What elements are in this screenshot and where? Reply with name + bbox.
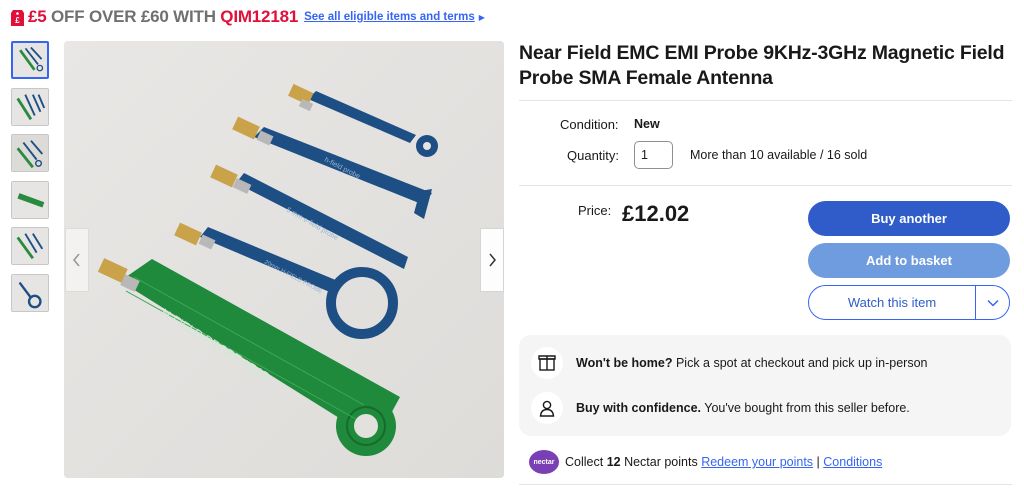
bottom-divider	[519, 484, 1012, 485]
nectar-post: Nectar points	[620, 455, 702, 469]
main-product-image[interactable]: h-field probe 5 mm e-field probe 20mm H-…	[64, 41, 504, 478]
price-label: Price:	[578, 203, 612, 218]
probe-set-photo	[12, 135, 48, 171]
previous-image-button[interactable]	[65, 228, 89, 292]
thumbnail-1[interactable]	[11, 41, 49, 79]
chevron-left-icon	[73, 253, 80, 267]
nectar-separator: |	[813, 455, 824, 469]
promo-middle: OFF OVER £60 WITH	[46, 7, 221, 26]
title-divider	[519, 100, 1012, 101]
info-text-confidence: Buy with confidence. You've bought from …	[576, 401, 910, 415]
thumbnail-6[interactable]	[11, 273, 49, 312]
thumbnail-strip	[11, 41, 51, 320]
info-bold-confidence: Buy with confidence.	[576, 401, 702, 415]
quantity-label: Quantity:	[567, 148, 620, 163]
chevron-down-icon	[986, 299, 999, 307]
condition-value: New	[634, 117, 660, 131]
chevron-right-icon	[489, 253, 496, 267]
promo-banner: £ £5 OFF OVER £60 WITH QIM12181 See all …	[10, 5, 485, 29]
nectar-pre: Collect	[565, 455, 607, 469]
promo-amount: £5	[28, 7, 47, 26]
promo-code: QIM12181	[220, 7, 299, 26]
nectar-points: nectar Collect 12 Nectar points Redeem y…	[529, 450, 882, 474]
nectar-text: Collect 12 Nectar points Redeem your poi…	[565, 455, 882, 469]
thumbnail-2[interactable]	[11, 87, 49, 126]
conditions-link[interactable]: Conditions	[823, 455, 882, 469]
package-icon	[531, 347, 563, 379]
add-to-basket-button[interactable]: Add to basket	[808, 243, 1010, 278]
watch-item-control: Watch this item	[808, 285, 1010, 320]
watch-item-button[interactable]: Watch this item	[809, 286, 975, 319]
info-rest-confidence: You've bought from this seller before.	[701, 401, 910, 415]
next-image-button[interactable]	[480, 228, 504, 292]
condition-label: Condition:	[560, 117, 619, 132]
info-bold-pickup: Won't be home?	[576, 356, 673, 370]
promo-text: £5 OFF OVER £60 WITH QIM12181	[28, 7, 298, 27]
nectar-logo: nectar	[529, 450, 559, 474]
redeem-points-link[interactable]: Redeem your points	[701, 455, 813, 469]
person-icon	[531, 392, 563, 424]
nectar-points-count: 12	[606, 455, 621, 469]
probe-set-photo: h-field probe 5 mm e-field probe 20mm H-…	[64, 41, 504, 478]
probe-single-photo	[12, 181, 48, 218]
availability-text: More than 10 available / 16 sold	[690, 148, 868, 162]
probe-set-photo	[13, 43, 47, 77]
info-row-pickup: Won't be home? Pick a spot at checkout a…	[531, 347, 928, 379]
info-rest-pickup: Pick a spot at checkout and pick up in-p…	[672, 356, 928, 370]
thumbnail-4[interactable]	[11, 180, 49, 219]
quantity-divider	[519, 185, 1012, 186]
quantity-input[interactable]: 1	[634, 141, 673, 169]
info-row-confidence: Buy with confidence. You've bought from …	[531, 392, 910, 424]
item-title: Near Field EMC EMI Probe 9KHz-3GHz Magne…	[519, 42, 1005, 89]
watch-dropdown-button[interactable]	[976, 286, 1009, 319]
triangle-right-icon: ▶	[478, 12, 485, 22]
probe-set-photo	[12, 88, 48, 125]
thumbnail-3[interactable]	[11, 134, 49, 172]
info-box: Won't be home? Pick a spot at checkout a…	[519, 335, 1011, 436]
price-value: £12.02	[622, 201, 690, 226]
thumbnail-5[interactable]	[11, 227, 49, 265]
buy-another-button[interactable]: Buy another	[808, 201, 1010, 236]
price-tag-icon: £	[11, 10, 24, 26]
svg-text:£: £	[15, 16, 20, 25]
info-text-pickup: Won't be home? Pick a spot at checkout a…	[576, 356, 928, 370]
probe-loop-photo	[12, 274, 48, 311]
probe-set-photo	[12, 228, 48, 264]
eligible-items-link[interactable]: See all eligible items and terms	[304, 11, 475, 23]
